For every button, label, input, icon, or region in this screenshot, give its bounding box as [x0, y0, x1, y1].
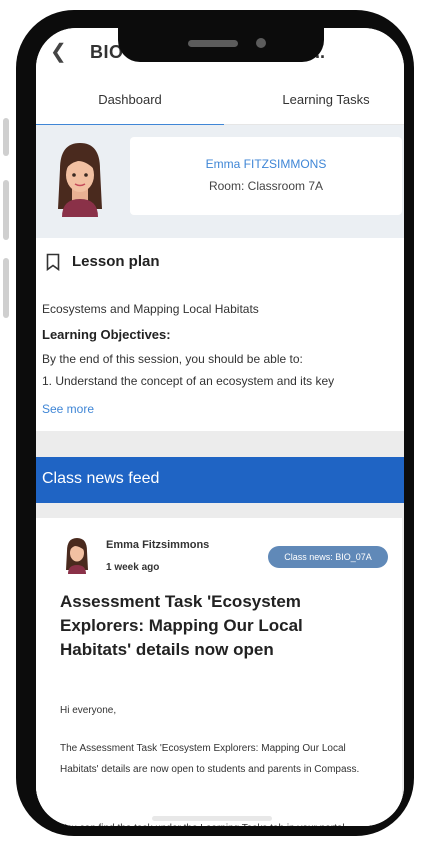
lesson-plan-body: Ecosystems and Mapping Local Habitats Le…	[36, 286, 404, 431]
lesson-topic: Ecosystems and Mapping Local Habitats	[42, 302, 259, 316]
news-post-card[interactable]: Emma Fitzsimmons 1 week ago Class news: …	[36, 518, 402, 826]
lesson-plan-header: Lesson plan	[36, 238, 404, 287]
tab-bar: Dashboard Learning Tasks	[36, 80, 404, 126]
phone-notch	[118, 26, 324, 62]
app-screen: ❮ BIO ... Dashboard Learning Tasks Emma …	[36, 28, 404, 826]
room-label: Room: Classroom 7A	[208, 179, 324, 193]
post-greeting: Hi everyone,	[60, 705, 117, 716]
lesson-intro-text: By the end of this session, you should b…	[42, 352, 303, 366]
phone-volume-up-button	[3, 180, 9, 240]
bookmark-icon	[46, 253, 60, 271]
post-author-name: Emma Fitzsimmons	[106, 539, 210, 551]
learning-objectives-heading: Learning Objectives:	[42, 327, 171, 342]
speaker-grille	[188, 40, 238, 47]
teacher-name-link[interactable]: Emma FITZSIMMONS	[130, 157, 402, 171]
teacher-info-card: Emma FITZSIMMONS Room: Classroom 7A	[130, 137, 402, 215]
post-timestamp: 1 week ago	[106, 562, 160, 573]
see-more-link[interactable]: See more	[42, 402, 101, 416]
teacher-profile-section: Emma FITZSIMMONS Room: Classroom 7A	[36, 125, 404, 238]
front-camera	[256, 38, 266, 48]
news-feed-title: Class news feed	[42, 470, 160, 487]
news-feed-header: Class news feed	[36, 457, 404, 503]
teacher-avatar	[58, 143, 102, 217]
home-indicator[interactable]	[152, 816, 272, 821]
class-news-badge[interactable]: Class news: BIO_07A	[268, 546, 388, 568]
post-paragraph: The Assessment Task 'Ecosystem Explorers…	[60, 743, 360, 775]
post-headline: Assessment Task 'Ecosystem Explorers: Ma…	[60, 592, 303, 659]
section-divider	[36, 431, 404, 457]
phone-volume-down-button	[3, 258, 9, 318]
phone-silent-switch	[3, 118, 9, 156]
author-avatar	[66, 538, 88, 574]
back-arrow-icon[interactable]: ❮	[50, 42, 67, 62]
tab-learning-tasks[interactable]: Learning Tasks	[256, 80, 396, 124]
lesson-objective-item: 1. Understand the concept of an ecosyste…	[42, 374, 335, 388]
tab-dashboard[interactable]: Dashboard	[36, 80, 224, 126]
lesson-plan-title: Lesson plan	[72, 253, 160, 270]
